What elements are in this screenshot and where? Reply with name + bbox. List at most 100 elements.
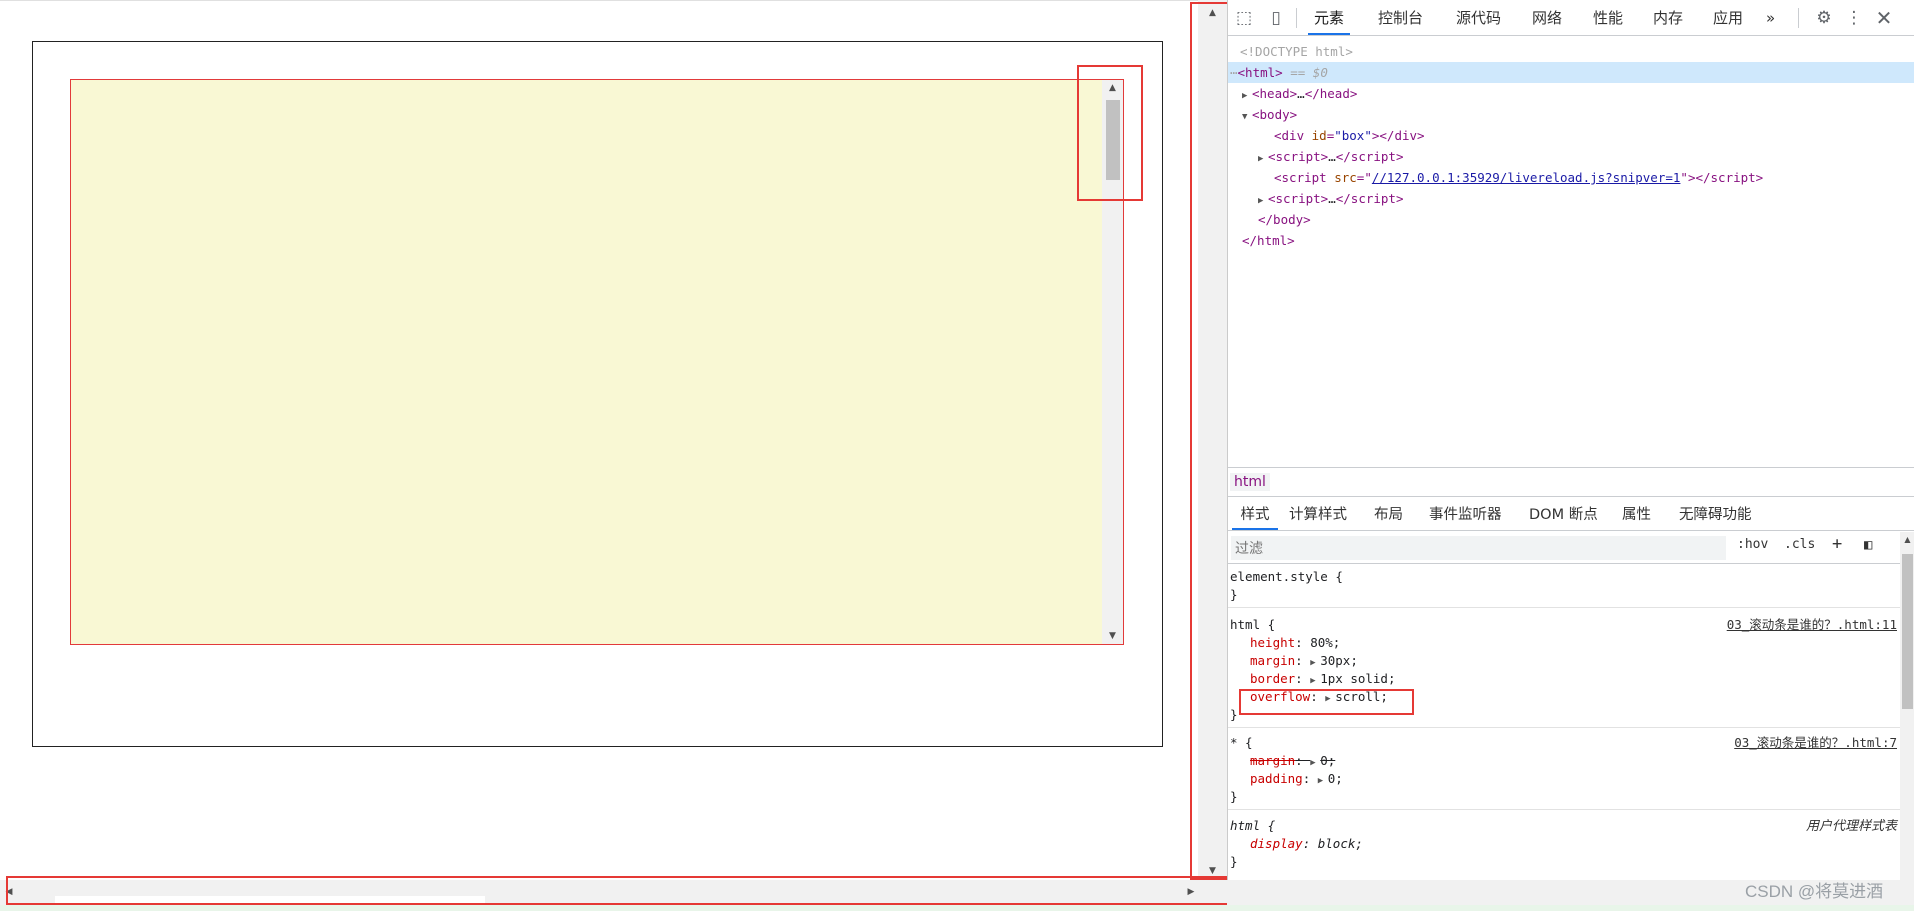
- more-tabs-chevron[interactable]: »: [1760, 0, 1781, 35]
- rule-element-style[interactable]: element.style {: [1228, 568, 1900, 586]
- tree-head[interactable]: ▶ <head>…</head>: [1228, 83, 1914, 104]
- tab-event-listeners[interactable]: 事件监听器: [1429, 499, 1502, 530]
- bottom-status-strip: [0, 905, 1914, 911]
- decl-margin[interactable]: margin: ▶ 30px;: [1228, 652, 1900, 670]
- rule-close: }: [1230, 587, 1238, 602]
- tree-html-close[interactable]: </html>: [1228, 230, 1914, 251]
- tree-script-src[interactable]: <script src="//127.0.0.1:35929/livereloa…: [1228, 167, 1914, 188]
- selected-marker: == $0: [1290, 65, 1328, 80]
- scroll-up-arrow-icon[interactable]: ▲: [1102, 80, 1123, 96]
- selector: html {: [1230, 617, 1276, 632]
- hov-toggle[interactable]: :hov: [1737, 537, 1768, 552]
- close-icon[interactable]: ✕: [1872, 6, 1896, 30]
- rule-source-link[interactable]: 03_滚动条是谁的？.html:7: [1734, 734, 1897, 752]
- tab-properties[interactable]: 属性: [1622, 499, 1651, 530]
- tree-script-3[interactable]: ▶ <script>…</script>: [1228, 188, 1914, 209]
- rule-close: }: [1230, 707, 1238, 722]
- devtools-panel: ⬚ ▯ 元素 控制台 源代码 网络 性能 内存 应用 » ⚙ ⋮ ✕ <!DOC…: [1227, 0, 1914, 911]
- tree-div-box[interactable]: <div id="box"></div>: [1228, 125, 1914, 146]
- body-close-tag: </body>: [1258, 212, 1311, 227]
- decl-border[interactable]: border: ▶ 1px solid;: [1228, 670, 1900, 688]
- livereload-link[interactable]: //127.0.0.1:35929/livereload.js?snipver=…: [1372, 170, 1681, 185]
- script-collapsed: …: [1328, 149, 1336, 164]
- scroll-down-arrow-icon[interactable]: ▼: [1102, 628, 1123, 644]
- scroll-down-arrow-icon[interactable]: ▼: [1198, 862, 1227, 880]
- page-viewport: ▲ ▼: [0, 0, 1198, 880]
- rule-divider: [1228, 607, 1900, 608]
- gear-icon[interactable]: ⚙: [1812, 6, 1836, 30]
- tab-accessibility[interactable]: 无障碍功能: [1679, 499, 1752, 530]
- page-horizontal-scrollbar[interactable]: ◀ ▶: [0, 880, 1227, 905]
- tab-network[interactable]: 网络: [1526, 0, 1568, 35]
- style-rules: element.style { } html { 03_滚动条是谁的？.html:…: [1228, 564, 1900, 880]
- html-open-tag: <html>: [1237, 65, 1283, 80]
- decl-display[interactable]: display: block;: [1228, 835, 1900, 853]
- selector: * {: [1230, 735, 1253, 750]
- box-scrollbar[interactable]: ▲ ▼: [1102, 80, 1123, 644]
- decl-overflow[interactable]: overflow: ▶ scroll;: [1228, 688, 1900, 706]
- tree-doctype[interactable]: <!DOCTYPE html>: [1228, 41, 1914, 62]
- tab-performance[interactable]: 性能: [1587, 0, 1629, 35]
- div-tag: div: [1281, 128, 1305, 143]
- horizontal-scrollbar-thumb[interactable]: [55, 896, 485, 905]
- script-src-attr: src: [1334, 170, 1357, 185]
- user-agent-label: 用户代理样式表: [1805, 818, 1897, 833]
- add-rule-icon[interactable]: +: [1832, 534, 1842, 554]
- styles-scrollbar-thumb[interactable]: [1902, 554, 1913, 709]
- rule-user-agent-html[interactable]: html { 用户代理样式表: [1228, 817, 1900, 835]
- filter-row: :hov .cls + ◧: [1228, 532, 1914, 564]
- div-attr-value: "box": [1334, 128, 1372, 143]
- cls-toggle[interactable]: .cls: [1784, 537, 1815, 552]
- selector: html {: [1230, 818, 1276, 833]
- more-menu-icon[interactable]: ⋮: [1842, 6, 1866, 30]
- script-collapsed: …: [1328, 191, 1336, 206]
- styles-scrollbar[interactable]: ▲: [1900, 532, 1914, 880]
- doctype-text: <!DOCTYPE html>: [1240, 44, 1353, 59]
- toolbar-divider: [1798, 8, 1799, 28]
- rule-close: }: [1230, 854, 1238, 869]
- toggle-sidebar-icon[interactable]: ◧: [1864, 537, 1872, 553]
- tree-html-selected[interactable]: ⋯<html> == $0: [1228, 62, 1914, 83]
- scroll-left-arrow-icon[interactable]: ◀: [0, 880, 18, 905]
- tree-body[interactable]: ▼ <body>: [1228, 104, 1914, 125]
- tab-computed[interactable]: 计算样式: [1289, 499, 1347, 530]
- elements-tree: <!DOCTYPE html> ⋯<html> == $0 ▶ <head>…</…: [1228, 37, 1914, 467]
- tab-application[interactable]: 应用: [1707, 0, 1749, 35]
- decl-height[interactable]: height: 80%;: [1228, 634, 1900, 652]
- rule-html[interactable]: html { 03_滚动条是谁的？.html:11: [1228, 616, 1900, 634]
- breadcrumb-html[interactable]: html: [1230, 473, 1270, 491]
- scroll-up-arrow-icon[interactable]: ▲: [1198, 4, 1227, 22]
- tree-script-1[interactable]: ▶ <script>…</script>: [1228, 146, 1914, 167]
- tab-sources[interactable]: 源代码: [1450, 0, 1507, 35]
- tab-dom-breakpoints[interactable]: DOM 断点: [1529, 499, 1598, 530]
- rule-divider: [1228, 727, 1900, 728]
- inspect-element-icon[interactable]: ⬚: [1232, 6, 1256, 30]
- box-scrollbar-thumb[interactable]: [1106, 100, 1120, 180]
- toolbar-divider: [1296, 8, 1297, 28]
- page-vertical-scrollbar[interactable]: ▲ ▼: [1198, 0, 1227, 880]
- tab-layout[interactable]: 布局: [1374, 499, 1403, 530]
- box-div: ▲ ▼: [70, 79, 1124, 645]
- rule-source-link[interactable]: 03_滚动条是谁的？.html:11: [1727, 616, 1897, 634]
- breadcrumb: html: [1228, 467, 1914, 497]
- decl-padding[interactable]: padding: ▶ 0;: [1228, 770, 1900, 788]
- decl-margin-overridden[interactable]: margin: ▶ 0;: [1228, 752, 1900, 770]
- device-toggle-icon[interactable]: ▯: [1264, 6, 1288, 30]
- rule-star[interactable]: * { 03_滚动条是谁的？.html:7: [1228, 734, 1900, 752]
- tab-styles[interactable]: 样式: [1232, 499, 1278, 530]
- body-open-tag: <body>: [1252, 107, 1298, 122]
- tab-console[interactable]: 控制台: [1372, 0, 1429, 35]
- filter-input[interactable]: [1231, 536, 1726, 560]
- tab-memory[interactable]: 内存: [1647, 0, 1689, 35]
- selector: element.style {: [1230, 569, 1343, 584]
- tab-elements[interactable]: 元素: [1308, 0, 1351, 35]
- html-close-tag: </html>: [1242, 233, 1295, 248]
- head-collapsed: …: [1297, 86, 1305, 101]
- devtools-toolbar: ⬚ ▯ 元素 控制台 源代码 网络 性能 内存 应用 » ⚙ ⋮ ✕: [1228, 0, 1914, 36]
- rule-close: }: [1230, 789, 1238, 804]
- rule-divider: [1228, 809, 1900, 810]
- styles-pane-tabs: 样式 计算样式 布局 事件监听器 DOM 断点 属性 无障碍功能: [1228, 499, 1914, 531]
- scroll-right-arrow-icon[interactable]: ▶: [1182, 880, 1200, 905]
- scroll-up-arrow-icon[interactable]: ▲: [1900, 532, 1914, 548]
- tree-body-close[interactable]: </body>: [1228, 209, 1914, 230]
